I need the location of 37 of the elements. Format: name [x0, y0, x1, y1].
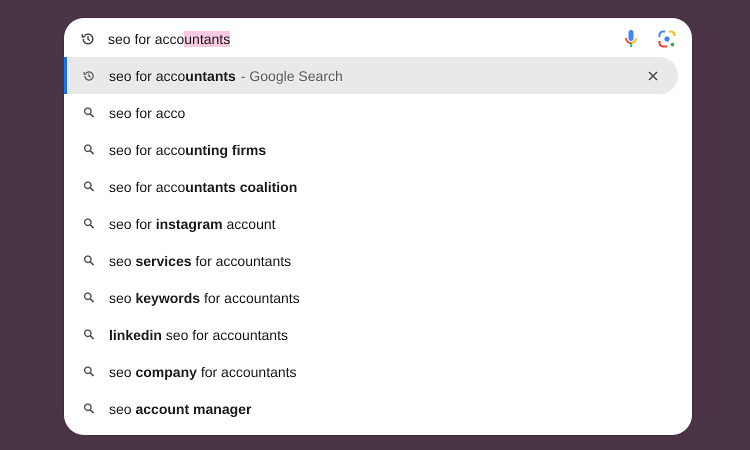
query-text: seo for acco — [108, 30, 184, 46]
suggestion-source: - Google Search — [240, 68, 343, 84]
search-icon — [83, 292, 95, 303]
suggestion-text: seo for accounting firms — [109, 142, 266, 158]
suggestion-item[interactable]: seo services for accountants — [64, 242, 678, 279]
search-icon — [83, 181, 95, 192]
suggestion-text: seo for acco — [109, 104, 186, 120]
suggestion-item[interactable]: seo for instagram account — [64, 205, 678, 242]
suggestion-text: seo keywords for accountants — [109, 290, 300, 306]
suggestion-text: seo company for accountants — [109, 364, 297, 380]
suggestion-item[interactable]: seo keywords for accountants — [64, 279, 678, 316]
camera-lens-icon[interactable] — [658, 30, 676, 48]
suggestion-item[interactable]: seo for accounting firms — [64, 131, 678, 168]
suggestion-text: seo for accountants — [109, 68, 236, 84]
suggestion-text: linkedin seo for accountants — [109, 326, 288, 342]
search-icon — [83, 107, 95, 118]
suggestion-item[interactable]: seo for accountants coalition — [64, 168, 678, 205]
autocomplete-highlight: untants — [184, 30, 230, 46]
microphone-icon[interactable] — [624, 28, 638, 48]
search-icon — [83, 403, 95, 414]
history-icon — [83, 70, 95, 82]
close-icon[interactable] — [648, 70, 658, 80]
suggestion-item[interactable]: seo for acco — [64, 94, 678, 131]
history-icon — [81, 32, 95, 46]
search-icon — [83, 144, 95, 155]
search-icon — [83, 218, 95, 229]
suggestion-text: seo for instagram account — [109, 216, 276, 232]
search-icon — [83, 255, 95, 266]
search-icon — [83, 329, 95, 340]
suggestion-item[interactable]: seo company for accountants — [64, 353, 678, 390]
suggestion-item[interactable]: linkedin seo for accountants — [64, 316, 678, 353]
search-icon — [83, 366, 95, 377]
suggestion-text: seo services for accountants — [109, 252, 292, 268]
suggestion-text: seo for accountants coalition — [109, 178, 298, 194]
suggestion-item[interactable]: seo for accountants - Google Search — [64, 57, 678, 94]
suggestion-item[interactable]: seo account manager — [64, 390, 678, 427]
suggestion-text: seo account manager — [109, 400, 252, 416]
